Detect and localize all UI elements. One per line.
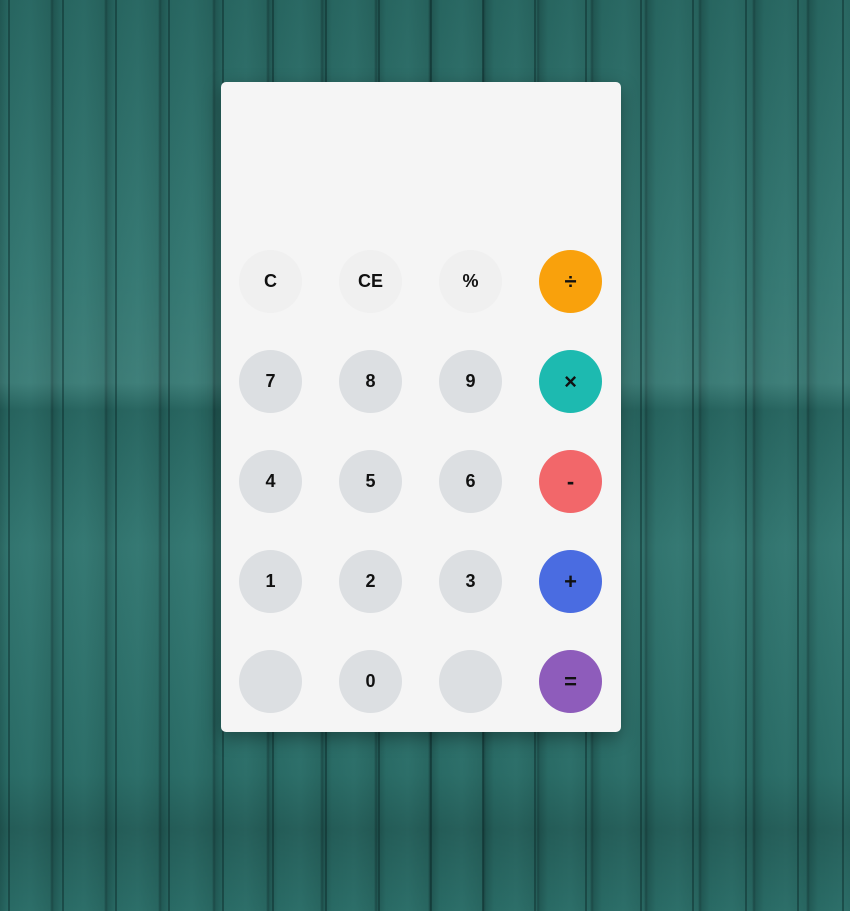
key-multiply-button[interactable]: ×	[539, 350, 602, 413]
calculator-display	[221, 82, 621, 232]
plank-seam	[115, 0, 117, 911]
key-0-button[interactable]: 0	[339, 650, 402, 713]
plank-seam	[640, 0, 642, 911]
key-percent-button[interactable]: %	[439, 250, 502, 313]
plank-seam	[8, 0, 10, 911]
key-4-button[interactable]: 4	[239, 450, 302, 513]
plank-seam	[62, 0, 64, 911]
key-7-button[interactable]: 7	[239, 350, 302, 413]
key-blank-right-button[interactable]	[439, 650, 502, 713]
plank-seam	[692, 0, 694, 911]
key-ce-button[interactable]: CE	[339, 250, 402, 313]
key-plus-button[interactable]: +	[539, 550, 602, 613]
calculator: C CE% ÷ 7 8 9 × 4 5 6- 1 2 3 +0 =	[221, 82, 621, 732]
plank-seam	[842, 0, 844, 911]
key-minus-button[interactable]: -	[539, 450, 602, 513]
key-1-button[interactable]: 1	[239, 550, 302, 613]
key-equals-button[interactable]: =	[539, 650, 602, 713]
key-6-button[interactable]: 6	[439, 450, 502, 513]
key-c-button[interactable]: C	[239, 250, 302, 313]
key-3-button[interactable]: 3	[439, 550, 502, 613]
key-8-button[interactable]: 8	[339, 350, 402, 413]
key-blank-left-button[interactable]	[239, 650, 302, 713]
key-5-button[interactable]: 5	[339, 450, 402, 513]
plank-seam	[168, 0, 170, 911]
plank-seam	[797, 0, 799, 911]
key-divide-button[interactable]: ÷	[539, 250, 602, 313]
key-9-button[interactable]: 9	[439, 350, 502, 413]
key-2-button[interactable]: 2	[339, 550, 402, 613]
keypad: C CE% ÷ 7 8 9 × 4 5 6- 1 2 3 +0 =	[239, 250, 602, 713]
plank-seam	[745, 0, 747, 911]
